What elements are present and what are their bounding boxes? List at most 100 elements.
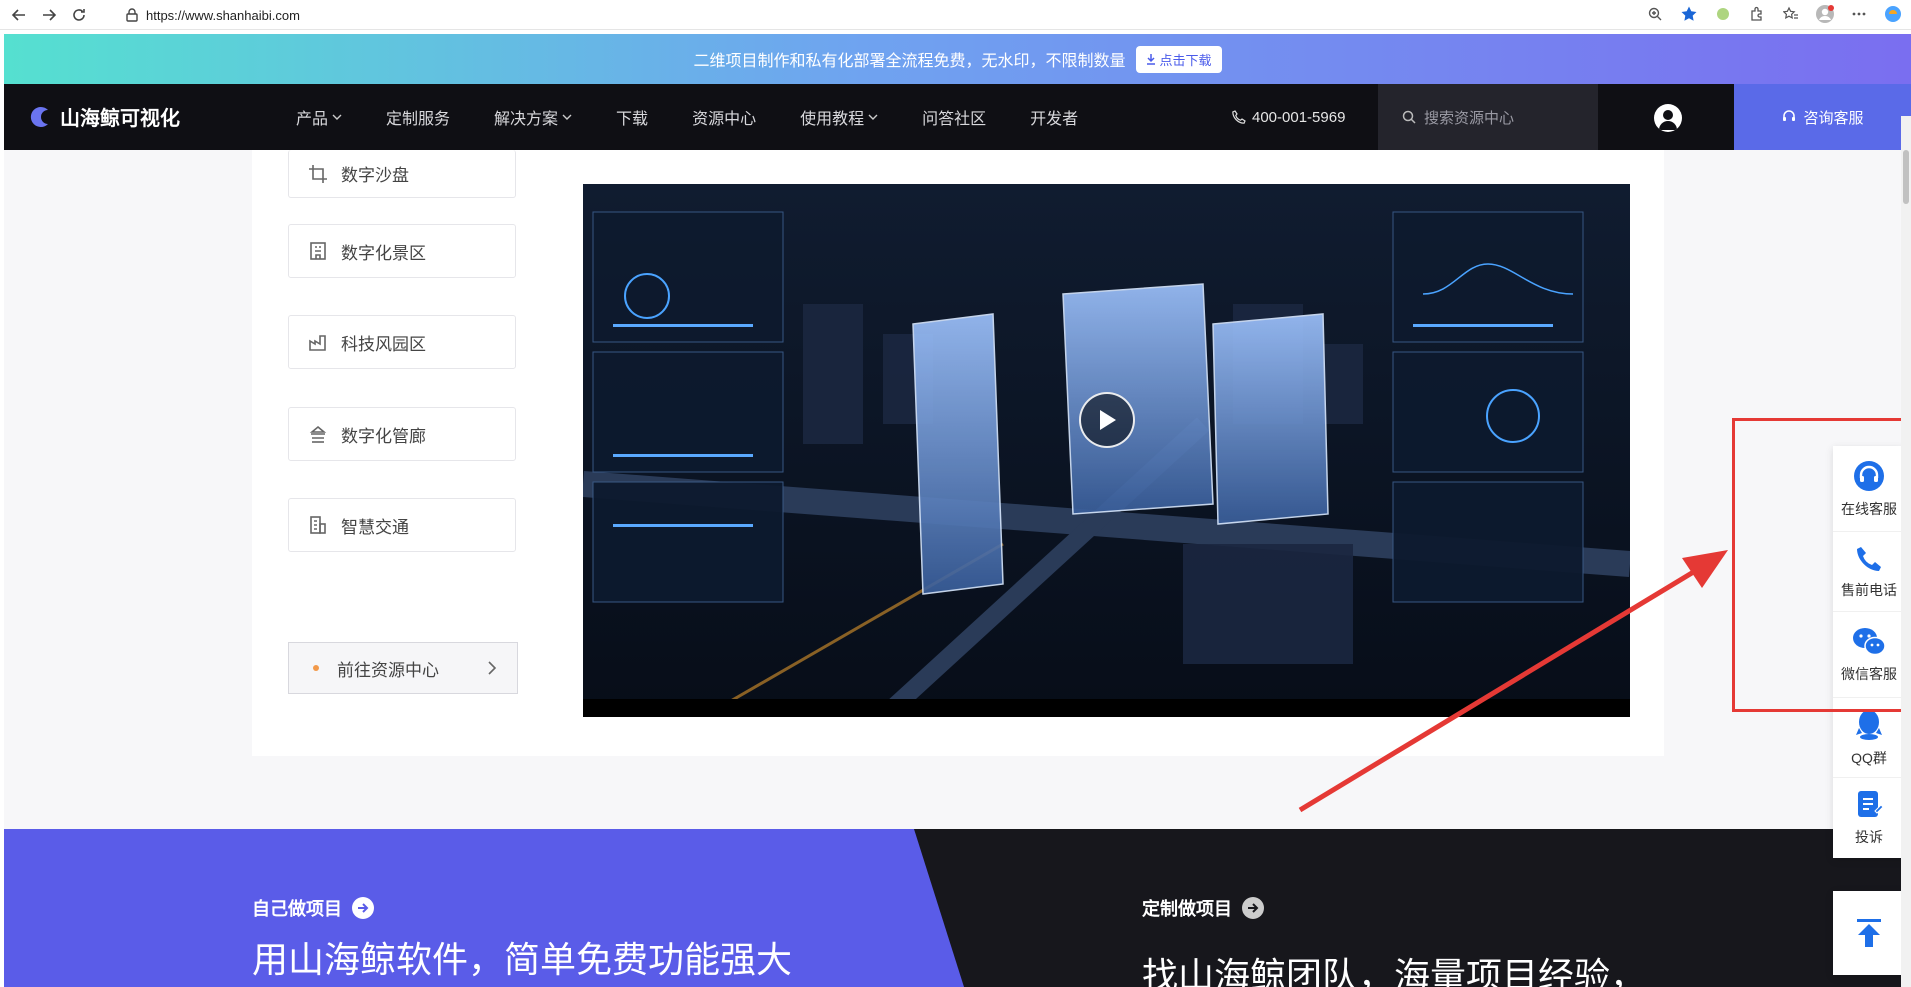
phone-number[interactable]: 400-001-5969 xyxy=(1232,84,1345,150)
custom-project-link[interactable]: 定制做项目 xyxy=(1142,895,1264,921)
float-item-label: QQ群 xyxy=(1851,749,1887,766)
hero-right-title: 找山海鲸团队，海量项目经验， xyxy=(1142,955,1647,987)
extension-dot-icon[interactable] xyxy=(1713,4,1733,24)
copilot-icon[interactable] xyxy=(1883,4,1903,24)
reload-icon[interactable] xyxy=(68,4,90,26)
site-logo[interactable]: 山海鲸可视化 xyxy=(28,102,180,131)
promo-download-button[interactable]: 点击下载 xyxy=(1135,45,1222,73)
favorites-icon[interactable] xyxy=(1781,4,1801,24)
complaint-button[interactable]: 投诉 xyxy=(1833,778,1905,858)
forward-icon[interactable] xyxy=(38,4,60,26)
nav-item-solutions[interactable]: 解决方案 xyxy=(472,84,594,150)
float-item-label: 微信客服 xyxy=(1841,665,1897,682)
search-icon xyxy=(1402,110,1416,124)
search-placeholder: 搜索资源中心 xyxy=(1424,109,1515,127)
phone-icon xyxy=(1857,546,1881,571)
sidebar-item-digital-pipeline[interactable]: 数字化管廊 xyxy=(288,407,516,461)
nav-item-resources[interactable]: 资源中心 xyxy=(670,84,778,150)
hero-left-label: 自己做项目 xyxy=(252,899,342,919)
consult-service-button[interactable]: 咨询客服 xyxy=(1734,84,1911,150)
arrow-up-icon xyxy=(1857,919,1881,947)
float-item-label: 投诉 xyxy=(1855,829,1883,845)
chevron-down-icon xyxy=(562,114,572,120)
bullet-dot xyxy=(313,665,319,671)
nav-menu: 产品 定制服务 解决方案 下载 资源中心 使用教程 问答社区 开发者 xyxy=(274,84,1100,150)
scrollbar-thumb[interactable] xyxy=(1903,150,1909,204)
nav-item-label: 下载 xyxy=(616,111,649,128)
main-navigation: 山海鲸可视化 产品 定制服务 解决方案 下载 资源中心 使用教程 问答社区 开发… xyxy=(4,84,1911,150)
building-icon xyxy=(307,240,329,262)
more-icon[interactable] xyxy=(1849,4,1869,24)
web-page: 二维项目制作和私有化部署全流程免费，无水印，不限制数量 点击下载 山海鲸可视化 … xyxy=(4,34,1911,987)
star-icon[interactable] xyxy=(1679,4,1699,24)
presales-phone-button[interactable]: 售前电话 xyxy=(1833,532,1905,612)
sidebar-item-digital-sandbox[interactable]: 数字沙盘 xyxy=(288,150,516,198)
browser-toolbar: https://www.shanhaibi.com xyxy=(0,0,1911,30)
download-icon xyxy=(1146,54,1155,65)
nav-item-label: 产品 xyxy=(296,111,329,128)
phone-icon xyxy=(1232,110,1246,124)
nav-item-download[interactable]: 下载 xyxy=(594,84,670,150)
nav-item-custom-service[interactable]: 定制服务 xyxy=(364,84,472,150)
sidebar-item-digital-scenic[interactable]: 数字化景区 xyxy=(288,224,516,278)
complaint-icon xyxy=(1858,791,1883,817)
hero-right-label: 定制做项目 xyxy=(1142,899,1232,919)
online-service-button[interactable]: 在线客服 xyxy=(1833,446,1905,532)
resource-search-input[interactable]: 搜索资源中心 xyxy=(1378,84,1598,150)
chevron-down-icon xyxy=(332,114,342,120)
puzzle-icon[interactable] xyxy=(1747,4,1767,24)
crop-icon xyxy=(307,163,329,185)
sidebar-item-smart-traffic[interactable]: 智慧交通 xyxy=(288,498,516,552)
wechat-icon xyxy=(1853,627,1886,655)
whale-logo-icon xyxy=(30,106,48,127)
promo-banner: 二维项目制作和私有化部署全流程免费，无水印，不限制数量 点击下载 xyxy=(4,34,1911,84)
self-project-link[interactable]: 自己做项目 xyxy=(252,895,374,921)
float-item-label: 售前电话 xyxy=(1841,581,1897,598)
arrow-right-icon xyxy=(1242,897,1264,919)
nav-item-label: 定制服务 xyxy=(386,111,451,128)
arrow-right-icon xyxy=(352,897,374,919)
lock-icon xyxy=(126,8,138,22)
play-button[interactable] xyxy=(1079,392,1135,448)
float-item-label: 在线客服 xyxy=(1841,500,1897,517)
nav-item-label: 开发者 xyxy=(1030,111,1079,128)
headset-icon xyxy=(1854,460,1884,491)
sidebar-item-tech-park[interactable]: 科技风园区 xyxy=(288,315,516,369)
phone-text: 400-001-5969 xyxy=(1252,108,1346,126)
back-icon[interactable] xyxy=(8,4,30,26)
annotation-arrow xyxy=(1298,550,1728,813)
address-bar[interactable]: https://www.shanhaibi.com xyxy=(118,3,1658,27)
sidebar-item-label: 数字化景区 xyxy=(341,243,426,263)
factory-icon xyxy=(307,331,329,353)
qq-group-button[interactable]: QQ群 xyxy=(1833,698,1905,778)
nav-item-qa[interactable]: 问答社区 xyxy=(900,84,1008,150)
sidebar-item-label: 智慧交通 xyxy=(341,517,409,537)
nav-item-label: 问答社区 xyxy=(922,111,987,128)
sidebar-item-label: 数字化管廊 xyxy=(341,426,426,446)
pipeline-icon xyxy=(307,423,329,445)
hero-section: 自己做项目 用山海鲸软件，简单免费功能强大 定制做项目 找山海鲸团队，海量项目经… xyxy=(4,829,1911,987)
qq-icon xyxy=(1856,709,1882,740)
goto-label: 前往资源中心 xyxy=(337,660,439,680)
nav-item-product[interactable]: 产品 xyxy=(274,84,364,150)
headset-icon xyxy=(1783,110,1796,121)
nav-item-developer[interactable]: 开发者 xyxy=(1008,84,1100,150)
promo-download-label: 点击下载 xyxy=(1159,52,1212,68)
page-scrollbar[interactable] xyxy=(1901,116,1911,987)
wechat-service-button[interactable]: 微信客服 xyxy=(1833,612,1905,698)
promo-text: 二维项目制作和私有化部署全流程免费，无水印，不限制数量 xyxy=(693,53,1126,70)
sidebar-item-label: 数字沙盘 xyxy=(341,166,409,185)
goto-resource-center-button[interactable]: 前往资源中心 xyxy=(288,642,518,694)
hero-left-title: 用山海鲸软件，简单免费功能强大 xyxy=(252,939,793,980)
nav-item-tutorials[interactable]: 使用教程 xyxy=(778,84,900,150)
back-to-top-button[interactable] xyxy=(1833,891,1905,975)
play-icon xyxy=(1100,410,1116,430)
nav-item-label: 解决方案 xyxy=(494,111,559,128)
url-text[interactable]: https://www.shanhaibi.com xyxy=(146,8,300,23)
user-avatar[interactable] xyxy=(1654,104,1682,132)
sidebar-item-label: 科技风园区 xyxy=(341,334,426,354)
profile-icon[interactable] xyxy=(1815,4,1835,24)
zoom-icon[interactable] xyxy=(1645,4,1665,24)
logo-text: 山海鲸可视化 xyxy=(60,108,180,130)
nav-item-label: 使用教程 xyxy=(800,111,865,128)
